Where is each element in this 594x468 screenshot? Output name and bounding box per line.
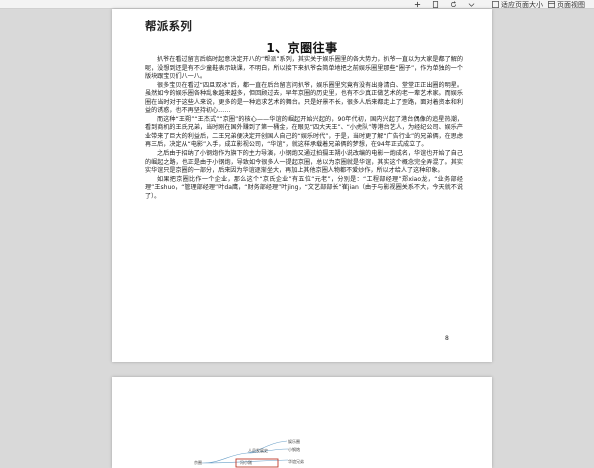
toolbar-rotate-button[interactable] <box>450 0 457 9</box>
mindmap-figure: 娱乐圈 人员发展史 小钢炮 京圈 冯小刚 华谊兄弟 <box>192 435 312 468</box>
fit-page-button[interactable]: 适应页面大小 <box>492 0 543 9</box>
document-page-1: 帮派系列 1、京圈往事 扒爷在看过留言后临时起意决定开八的“帮派”系列，其实关于… <box>112 9 492 362</box>
mindmap-node: 娱乐圈 <box>288 439 300 444</box>
article-body: 扒爷在看过留言后临时起意决定开八的“帮派”系列，其实关于娱乐圈里的各大势力，扒爷… <box>145 56 463 201</box>
expand-icon <box>468 3 475 7</box>
paragraph: 很多宝贝在看过“四旦双冰”后，都一直在后台留言问扒爷，娱乐圈里究竟有没有出身清白… <box>145 81 463 115</box>
mindmap-node: 人员发展史 <box>248 448 268 453</box>
paragraph: 之后由于招纳了小钢炮作为旗下的主力导演，小钢炮又通过拍摄王朔小说改编的电影一炮成… <box>145 150 463 175</box>
fit-page-icon <box>492 1 499 8</box>
mindmap-node: 小钢炮 <box>288 447 300 452</box>
chapter-title: 1、京圈往事 <box>266 41 338 55</box>
mindmap-node: 华谊兄弟 <box>288 459 304 464</box>
series-title: 帮派系列 <box>145 19 193 33</box>
mindmap-node: 京圈 <box>194 460 202 465</box>
viewer-toolbar: 适应页面大小 页面视图 <box>0 0 594 9</box>
toolbar-document-button[interactable] <box>432 0 439 9</box>
mindmap-node: 冯小刚 <box>240 460 252 465</box>
fit-page-label: 适应页面大小 <box>501 0 543 9</box>
page-view-button[interactable]: 页面视图 <box>548 0 585 9</box>
paragraph: 如果把京圈比作一个企业，那么这个“京氏企业”有五位“元老”，分别是：“工程部经理… <box>145 175 463 200</box>
page-number: 8 <box>445 335 449 342</box>
document-page-2: 娱乐圈 人员发展史 小钢炮 京圈 冯小刚 华谊兄弟 <box>112 377 492 468</box>
page-view-label: 页面视图 <box>557 0 585 9</box>
page-view-icon <box>548 1 555 8</box>
export-icon <box>414 1 421 8</box>
document-icon <box>432 1 439 8</box>
toolbar-export-button[interactable] <box>414 0 421 9</box>
rotate-icon <box>450 1 457 8</box>
toolbar-expand-button[interactable] <box>468 0 475 9</box>
paragraph: 扒爷在看过留言后临时起意决定开八的“帮派”系列，其实关于娱乐圈里的各大势力，扒爷… <box>145 56 463 81</box>
paragraph: 而这种“王朔”“王杰式”“京圈”的核心——华谊的崛起开始兴起的，90年代初，国内… <box>145 115 463 149</box>
